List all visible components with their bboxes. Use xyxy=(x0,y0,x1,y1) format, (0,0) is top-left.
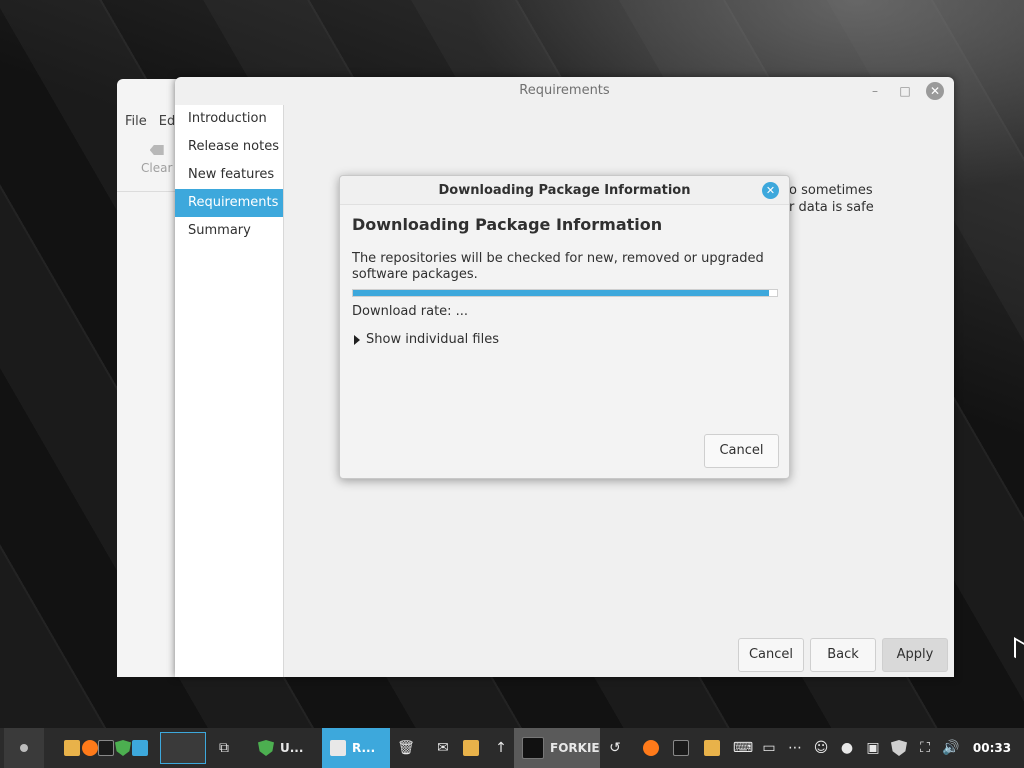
firefox-icon xyxy=(82,740,98,756)
taskbar: ⧉ U... R... 🗑 ✉ ↑ FORKIE ↺ ⌨ ▭ ⋯ ☺ ● ▣ ⛶… xyxy=(0,728,1024,768)
expander-arrow-icon xyxy=(354,334,360,345)
files-launcher[interactable] xyxy=(62,728,82,768)
history-icon: ↺ xyxy=(609,740,621,756)
keyboard-icon: ⌨ xyxy=(732,740,754,756)
volume-icon: 🔊 xyxy=(942,740,960,756)
clear-label: Clear xyxy=(141,161,173,175)
task-label: U... xyxy=(280,741,304,755)
download-icon xyxy=(330,740,346,756)
clear-icon xyxy=(149,145,164,155)
display-tray[interactable]: ▭ xyxy=(758,728,780,768)
sidebar-item-new-features[interactable]: New features xyxy=(175,161,283,189)
trash-launcher[interactable]: 🗑 xyxy=(396,728,416,768)
window-title: Requirements xyxy=(519,83,610,98)
terminal-launcher[interactable] xyxy=(98,728,114,768)
shield-icon xyxy=(258,740,274,756)
mail-icon: ✉ xyxy=(437,740,449,756)
accessibility-icon: ☺ xyxy=(813,740,829,756)
dialog-heading: Downloading Package Information xyxy=(352,215,663,234)
download-icon xyxy=(132,740,148,756)
clipboard-tray[interactable]: ▣ xyxy=(862,728,884,768)
shield-tray[interactable] xyxy=(888,728,910,768)
menu-file[interactable]: File xyxy=(125,114,147,129)
minimize-icon[interactable]: – xyxy=(867,83,883,99)
firefox-launcher[interactable] xyxy=(82,728,98,768)
task-update-manager[interactable]: U... xyxy=(250,728,318,768)
close-icon[interactable]: ✕ xyxy=(762,182,779,199)
dialog-cancel-button[interactable]: Cancel xyxy=(704,434,779,468)
sidebar-item-introduction[interactable]: Introduction xyxy=(175,105,283,133)
sidebar-item-requirements[interactable]: Requirements xyxy=(175,189,283,217)
network-icon: ⛶ xyxy=(920,740,930,756)
expander-label: Show individual files xyxy=(366,332,500,347)
show-desktop-button[interactable]: ⧉ xyxy=(212,728,236,768)
progress-fill xyxy=(353,290,769,296)
close-window-icon[interactable]: ✕ xyxy=(926,82,944,100)
user-icon: ● xyxy=(840,740,854,756)
user-tray[interactable]: ● xyxy=(836,728,858,768)
clock[interactable]: 00:33 xyxy=(964,728,1020,768)
maximize-icon[interactable]: □ xyxy=(897,83,913,99)
accessibility-tray[interactable]: ☺ xyxy=(810,728,832,768)
terminal-launcher-2[interactable] xyxy=(670,728,692,768)
folder-launcher[interactable] xyxy=(460,728,482,768)
sidebar: Introduction Release notes New features … xyxy=(175,105,284,677)
progress-bar xyxy=(352,289,778,297)
mail-launcher[interactable]: ✉ xyxy=(432,728,454,768)
workspace-switcher[interactable] xyxy=(160,732,206,764)
volume-tray[interactable]: 🔊 xyxy=(940,728,962,768)
download-rate: Download rate: ... xyxy=(352,304,469,319)
terminal-icon xyxy=(98,740,114,756)
upload-launcher[interactable]: ↑ xyxy=(490,728,512,768)
clear-button[interactable]: Clear xyxy=(141,145,172,175)
show-files-expander[interactable]: Show individual files xyxy=(354,332,499,347)
more-icon: ⋯ xyxy=(788,740,802,756)
apply-button[interactable]: Apply xyxy=(882,638,948,672)
display-icon: ▭ xyxy=(762,740,776,756)
task-forkie[interactable]: FORKIE xyxy=(514,728,600,768)
network-tray[interactable]: ⛶ xyxy=(914,728,936,768)
folder-icon xyxy=(463,740,479,756)
sidebar-item-release-notes[interactable]: Release notes xyxy=(175,133,283,161)
folder-icon xyxy=(64,740,80,756)
firefox-launcher-2[interactable] xyxy=(640,728,662,768)
task-requirements[interactable]: R... xyxy=(322,728,390,768)
shield-icon xyxy=(891,740,907,756)
back-button[interactable]: Back xyxy=(810,638,876,672)
download-dialog: Downloading Package Information ✕ Downlo… xyxy=(339,175,790,479)
folder-icon xyxy=(704,740,720,756)
files-launcher-2[interactable] xyxy=(700,728,724,768)
menu-icon xyxy=(20,744,28,752)
windows-icon: ⧉ xyxy=(219,740,229,756)
download-launcher[interactable] xyxy=(132,728,148,768)
arrow-up-icon: ↑ xyxy=(495,740,507,756)
forkie-icon xyxy=(522,737,544,759)
cancel-button[interactable]: Cancel xyxy=(738,638,804,672)
keyboard-tray[interactable]: ⌨ xyxy=(732,728,754,768)
content-text-line1: o sometimes xyxy=(789,183,873,198)
dialog-title: Downloading Package Information xyxy=(340,176,789,205)
background-menubar: File Ed xyxy=(125,114,175,129)
sidebar-item-summary[interactable]: Summary xyxy=(175,217,283,245)
task-label: FORKIE xyxy=(550,741,600,755)
menu-edit[interactable]: Ed xyxy=(159,114,175,129)
firefox-icon xyxy=(643,740,659,756)
timeshift-launcher[interactable]: ↺ xyxy=(604,728,626,768)
task-label: R... xyxy=(352,741,376,755)
trash-icon: 🗑 xyxy=(397,740,415,756)
content-text-line2: r data is safe xyxy=(789,200,874,215)
dialog-description: The repositories will be checked for new… xyxy=(352,251,764,282)
more-tray[interactable]: ⋯ xyxy=(784,728,806,768)
start-menu-button[interactable] xyxy=(4,728,44,768)
shield-icon xyxy=(115,740,131,756)
updater-launcher[interactable] xyxy=(114,728,132,768)
terminal-icon xyxy=(673,740,689,756)
clipboard-icon: ▣ xyxy=(866,740,880,756)
